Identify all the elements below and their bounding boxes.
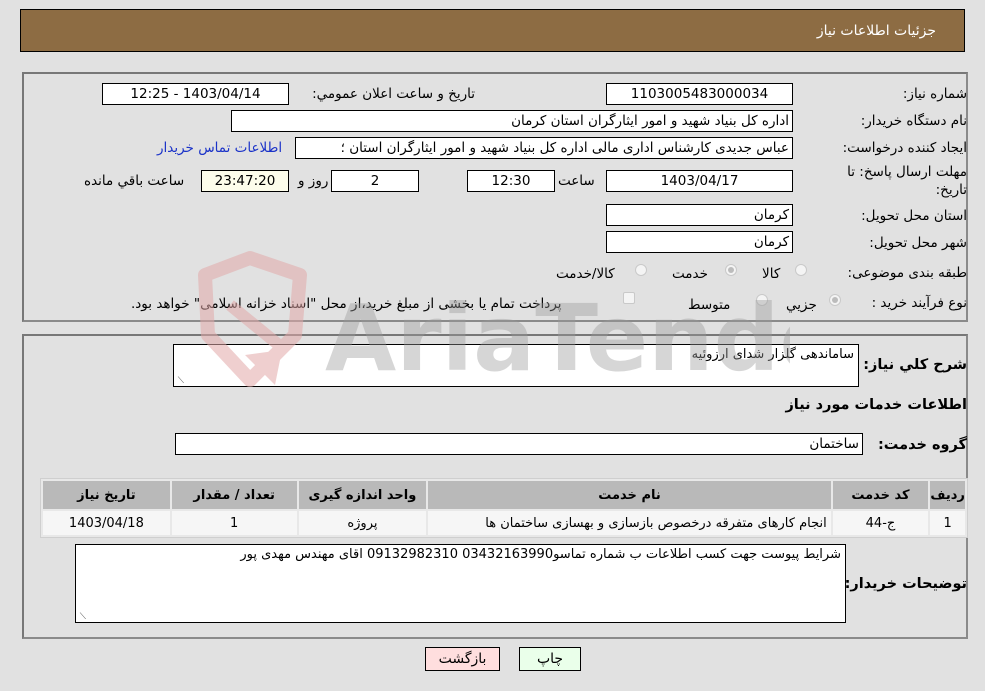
- category-option-service: خدمت: [672, 266, 708, 282]
- purchase-type-option-medium: متوسط: [688, 297, 731, 313]
- resize-grip-icon[interactable]: ⟋: [176, 377, 184, 386]
- deadline-time-field[interactable]: 12:30: [467, 170, 555, 192]
- province-field[interactable]: کرمان: [606, 204, 793, 226]
- category-radio-goods[interactable]: [795, 264, 807, 276]
- purchase-type-radio-medium[interactable]: [756, 294, 768, 306]
- province-label: استان محل تحویل:: [861, 208, 967, 224]
- table-header-row: ردیف کد خدمت نام خدمت واحد اندازه گیری ت…: [43, 481, 965, 509]
- category-radio-goods-service[interactable]: [635, 264, 647, 276]
- deadline-label-line2: تاریخ:: [935, 182, 967, 198]
- cell-unit: پروژه: [298, 511, 427, 535]
- buyer-notes-text: شرایط پیوست جهت کسب اطلاعات ب شماره تماس…: [240, 547, 841, 562]
- col-header-row-number: ردیف: [930, 481, 965, 509]
- service-group-label: گروه خدمت:: [877, 437, 967, 453]
- remaining-time-field: 23:47:20: [201, 170, 289, 192]
- remaining-days-field[interactable]: 2: [331, 170, 419, 192]
- category-option-goods-service: کالا/خدمت: [556, 266, 615, 282]
- buyer-contact-link[interactable]: اطلاعات تماس خریدار: [157, 140, 282, 156]
- cell-need-date: 1403/04/18: [43, 511, 170, 535]
- purchase-type-label: نوع فرآیند خرید :: [871, 295, 967, 311]
- announce-datetime-field[interactable]: 1403/04/14 - 12:25: [102, 83, 289, 105]
- deadline-time-label: ساعت: [558, 173, 595, 189]
- deadline-date-field[interactable]: 1403/04/17: [606, 170, 793, 192]
- buyer-notes-label: توضیحات خریدار:: [844, 576, 967, 592]
- cell-service-name: انجام کارهای متفرقه درخصوص بازسازی و بهس…: [428, 511, 831, 535]
- requester-field[interactable]: عباس جدیدی کارشناس اداری مالی اداره کل ب…: [295, 137, 793, 159]
- services-section-title: اطلاعات خدمات مورد نیاز: [785, 397, 967, 413]
- need-number-label: شماره نیاز:: [902, 86, 967, 102]
- announce-datetime-label: تاریخ و ساعت اعلان عمومي:: [312, 86, 475, 102]
- need-number-field[interactable]: 1103005483000034: [606, 83, 793, 105]
- treasury-note: پرداخت تمام یا بخشی از مبلغ خرید،از محل …: [131, 296, 562, 312]
- category-option-goods: کالا: [762, 266, 781, 282]
- table-row: 1 ج-44 انجام کارهای متفرقه درخصوص بازساز…: [43, 511, 965, 535]
- cell-service-code: ج-44: [832, 511, 929, 535]
- resize-grip-icon[interactable]: ⟋: [78, 613, 86, 622]
- treasury-checkbox[interactable]: [623, 292, 635, 304]
- cell-row-number: 1: [930, 511, 965, 535]
- buyer-org-label: نام دستگاه خریدار:: [860, 113, 967, 129]
- print-button[interactable]: چاپ: [519, 647, 581, 671]
- col-header-service-name: نام خدمت: [428, 481, 831, 509]
- purchase-type-radio-minor[interactable]: [829, 294, 841, 306]
- buyer-org-field[interactable]: اداره کل بنیاد شهید و امور ایثارگران است…: [231, 110, 793, 132]
- services-table: ردیف کد خدمت نام خدمت واحد اندازه گیری ت…: [40, 478, 968, 538]
- city-field[interactable]: کرمان: [606, 231, 793, 253]
- days-label: روز و: [298, 173, 329, 189]
- category-label: طبقه بندی موضوعی:: [847, 265, 967, 281]
- city-label: شهر محل تحویل:: [869, 235, 967, 251]
- service-group-field[interactable]: ساختمان: [175, 433, 863, 455]
- back-button[interactable]: بازگشت: [425, 647, 500, 671]
- page-header: جزئیات اطلاعات نیاز: [20, 9, 965, 52]
- col-header-quantity: تعداد / مقدار: [171, 481, 297, 509]
- remaining-time-label: ساعت باقي مانده: [84, 173, 185, 189]
- cell-quantity: 1: [171, 511, 297, 535]
- col-header-need-date: تاریخ نیاز: [43, 481, 170, 509]
- category-radio-service[interactable]: [725, 264, 737, 276]
- page-title: جزئیات اطلاعات نیاز: [816, 23, 936, 39]
- deadline-label-line1: مهلت ارسال پاسخ: تا: [847, 164, 967, 180]
- buyer-notes-textarea[interactable]: شرایط پیوست جهت کسب اطلاعات ب شماره تماس…: [75, 544, 846, 623]
- col-header-unit: واحد اندازه گیری: [298, 481, 427, 509]
- summary-text: ساماندهی گلزار شدای ارزوئیه: [691, 347, 854, 362]
- purchase-type-option-minor: جزیي: [786, 297, 817, 313]
- summary-label: شرح کلي نیاز:: [863, 357, 967, 373]
- requester-label: ایجاد کننده درخواست:: [842, 140, 967, 156]
- summary-textarea[interactable]: ساماندهی گلزار شدای ارزوئیه ⟋: [173, 344, 859, 387]
- col-header-service-code: کد خدمت: [832, 481, 929, 509]
